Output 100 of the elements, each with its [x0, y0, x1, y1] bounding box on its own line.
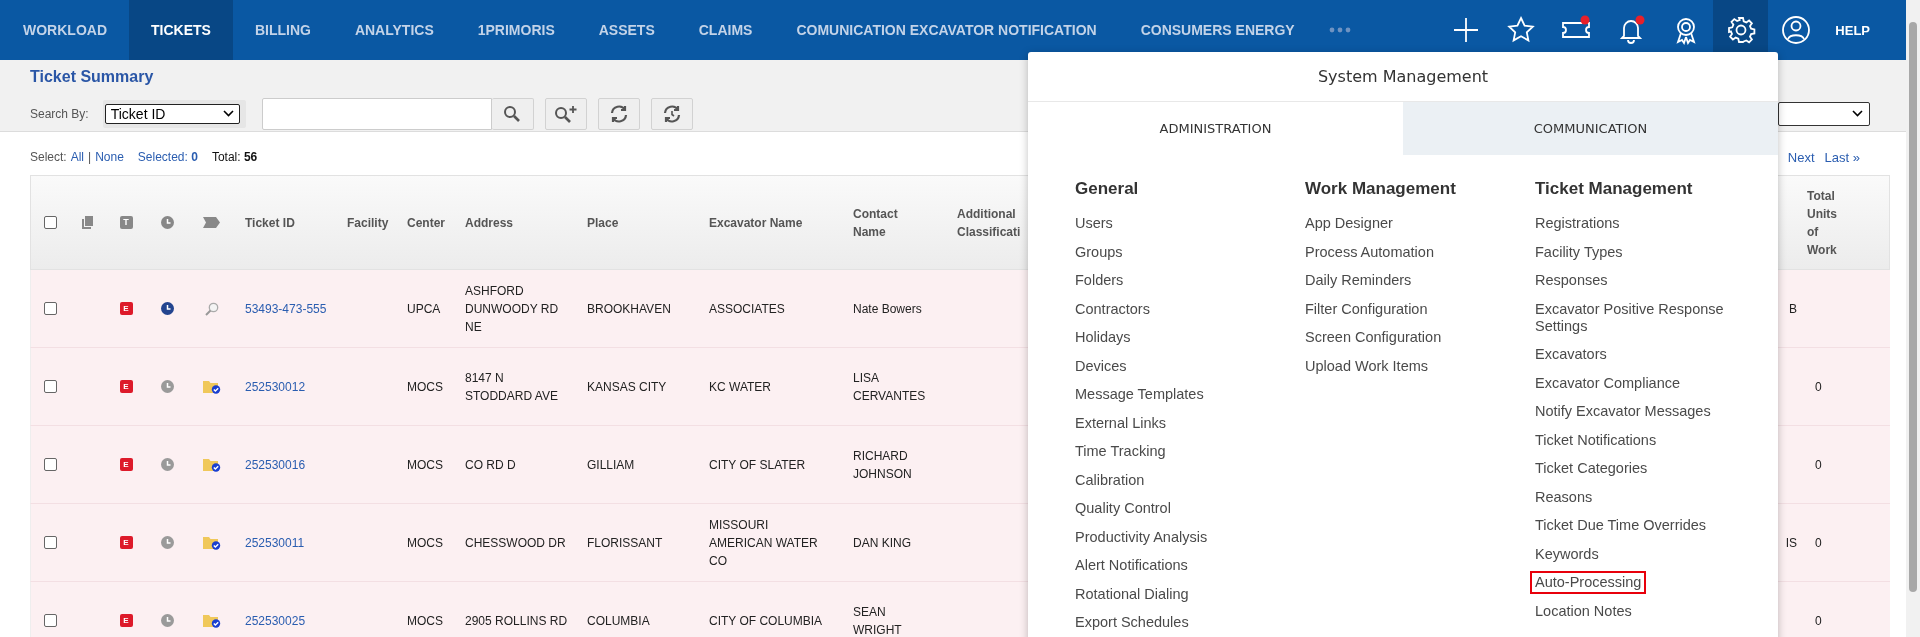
select-label: Select:	[30, 150, 67, 164]
select-none-link[interactable]: None	[95, 150, 124, 164]
table-cell-text: KANSAS CITY	[587, 378, 667, 396]
row-checkbox[interactable]	[43, 302, 57, 315]
menu-item[interactable]: Export Schedules	[1070, 611, 1194, 634]
ticket-id-link[interactable]: 53493-473-555	[240, 299, 327, 318]
column-header[interactable]: Contact Name	[853, 204, 913, 241]
column-header[interactable]: Center	[407, 213, 445, 232]
ticket-id-link[interactable]: 252530012	[240, 377, 306, 396]
menu-section-heading: General	[1075, 178, 1139, 200]
folder-check-icon[interactable]	[202, 379, 221, 394]
column-header[interactable]: Ticket ID	[245, 213, 295, 232]
row-checkbox[interactable]	[43, 380, 57, 393]
menu-item[interactable]: Devices	[1070, 354, 1132, 378]
table-cell-text: MOCS	[407, 612, 443, 630]
menu-item[interactable]: Registrations	[1530, 212, 1625, 235]
column-header[interactable]: Additional Classificati	[957, 204, 1025, 241]
help-link[interactable]: HELP	[1823, 22, 1906, 38]
folder-check-icon[interactable]	[202, 613, 221, 628]
menu-item[interactable]: Message Templates	[1070, 383, 1209, 406]
refresh-button[interactable]	[597, 97, 640, 130]
search-button[interactable]	[491, 97, 534, 130]
nav-tab[interactable]: 1PRIMORIS	[455, 0, 577, 60]
refresh-icon[interactable]	[608, 103, 629, 124]
table-cell-text: KC WATER	[709, 378, 771, 396]
advanced-search-button[interactable]	[544, 97, 587, 130]
menu-tab[interactable]: COMMUNICATION	[1403, 102, 1778, 155]
column-header[interactable]: Excavator Name	[709, 213, 803, 232]
menu-item[interactable]: Holidays	[1070, 326, 1136, 349]
menu-item[interactable]: Auto-Processing	[1530, 571, 1647, 594]
row-checkbox[interactable]	[43, 458, 57, 471]
menu-item[interactable]: Rotational Dialing	[1070, 582, 1194, 606]
menu-item[interactable]: Folders	[1070, 269, 1129, 292]
table-cell-text: Nate Bowers	[853, 300, 922, 318]
menu-item[interactable]: Calibration	[1070, 468, 1150, 492]
search-plus-icon[interactable]	[553, 104, 578, 123]
menu-item[interactable]: Location Notes	[1530, 599, 1637, 623]
folder-check-icon[interactable]	[202, 535, 221, 550]
menu-item[interactable]: Ticket Categories	[1530, 457, 1653, 480]
table-cell-text: UPCA	[407, 300, 441, 318]
dropdown-field[interactable]	[1778, 101, 1870, 126]
menu-item[interactable]: Daily Reminders	[1300, 269, 1417, 292]
table-cell-text: B	[1789, 300, 1797, 318]
star-icon[interactable]	[1505, 15, 1536, 45]
nav-tab[interactable]: ASSETS	[576, 0, 677, 60]
menu-item[interactable]: App Designer	[1300, 212, 1398, 235]
menu-section-heading: Ticket Management	[1535, 178, 1693, 200]
ticket-id-link[interactable]: 252530025	[240, 611, 306, 630]
row-checkbox[interactable]	[43, 614, 57, 627]
menu-item[interactable]: Process Automation	[1300, 240, 1439, 264]
pagination-link[interactable]: Last »	[1824, 149, 1860, 165]
menu-item[interactable]: Excavator Compliance	[1530, 371, 1686, 395]
folder-check-icon[interactable]	[202, 457, 221, 472]
history-button[interactable]	[650, 97, 693, 130]
nav-tab[interactable]: CLAIMS	[676, 0, 775, 60]
menu-item[interactable]: Ticket Notifications	[1530, 428, 1662, 452]
table-cell-text: CHESSWOOD DR	[465, 534, 566, 552]
ticket-id-link[interactable]: 252530011	[240, 533, 305, 552]
menu-item[interactable]: Notify Excavator Messages	[1530, 400, 1716, 423]
history-icon[interactable]	[661, 103, 682, 124]
clock-icon	[161, 216, 174, 229]
select-all-link[interactable]: All	[70, 150, 85, 164]
column-header[interactable]: Place	[587, 213, 619, 232]
gear-icon[interactable]	[1725, 15, 1756, 45]
pagination-link[interactable]: Next	[1787, 149, 1815, 165]
menu-item[interactable]: Keywords	[1530, 542, 1604, 566]
chevron-down-icon[interactable]	[222, 110, 234, 117]
menu-item[interactable]: Groups	[1070, 240, 1128, 264]
menu-item[interactable]: Alert Notifications	[1070, 554, 1193, 577]
column-header[interactable]: Address	[465, 213, 514, 232]
column-header[interactable]: Total Units of Work	[1807, 186, 1849, 259]
menu-item[interactable]: Upload Work Items	[1300, 354, 1434, 378]
search-icon[interactable]	[503, 104, 522, 123]
select-all-checkbox[interactable]	[43, 216, 57, 229]
row-checkbox[interactable]	[43, 536, 57, 549]
chevron-down-icon[interactable]	[1852, 110, 1863, 117]
page-title: Ticket Summary	[30, 68, 154, 87]
user-icon[interactable]	[1780, 15, 1811, 45]
nav-tab[interactable]: WORKLOAD	[0, 0, 129, 60]
menu-item[interactable]: Time Tracking	[1070, 440, 1171, 463]
column-header[interactable]: Facility	[347, 213, 389, 232]
table-cell-text: CITY OF SLATER	[709, 456, 806, 474]
menu-item[interactable]: Contractors	[1070, 297, 1155, 321]
search-by-dropdown[interactable]: Ticket ID	[104, 103, 240, 124]
menu-item[interactable]: Productivity Analysis	[1070, 525, 1213, 549]
menu-item[interactable]: Screen Configuration	[1300, 326, 1447, 349]
menu-item[interactable]: Responses	[1530, 269, 1613, 292]
menu-item[interactable]: Ticket Due Time Overrides	[1530, 514, 1712, 537]
menu-item[interactable]: Facility Types	[1530, 240, 1628, 264]
ticket-id-link[interactable]: 252530016	[240, 455, 306, 474]
table-cell-text: MOCS	[407, 456, 443, 474]
menu-item[interactable]: Excavator Positive Response Settings	[1530, 297, 1748, 338]
menu-item[interactable]: Filter Configuration	[1300, 297, 1433, 321]
nav-tab[interactable]: ANALYTICS	[332, 0, 456, 60]
scrollbar[interactable]	[1906, 0, 1920, 637]
nav-tab[interactable]: BILLING	[232, 0, 333, 60]
menu-item[interactable]: Users	[1070, 212, 1118, 235]
nav-tab[interactable]: TICKETS	[129, 0, 233, 60]
search-field[interactable]	[261, 97, 492, 130]
table-cell-text: 0	[1815, 378, 1822, 396]
